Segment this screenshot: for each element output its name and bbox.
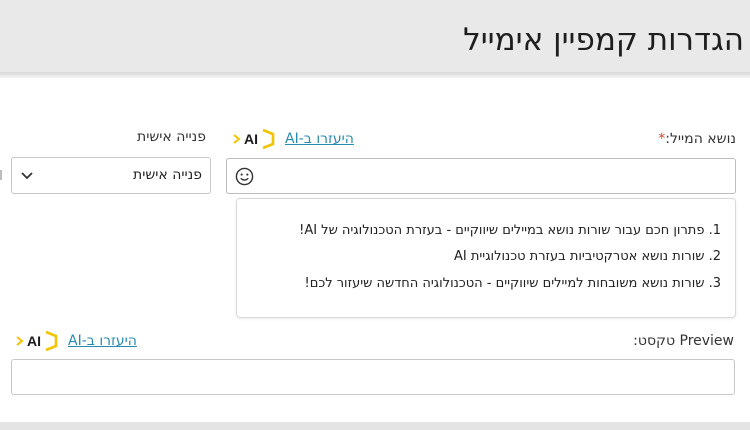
- subject-ai-helper: AI היעזרו ב-AI: [233, 128, 354, 150]
- ai-arrow-icon: [233, 134, 241, 144]
- ai-badge: AI: [233, 128, 275, 150]
- personal-select[interactable]: פנייה אישית: [11, 157, 211, 194]
- ai-arrow-icon: [16, 336, 24, 346]
- preview-ai-helper: AI היעזרו ב-AI: [16, 330, 137, 352]
- ai-badge-text: AI: [27, 333, 41, 349]
- suggestion-item[interactable]: 3. שורות נושא משובחות למיילים שיווקיים -…: [304, 276, 721, 291]
- subject-label: נושא המייל:*: [654, 131, 736, 147]
- suggestion-item[interactable]: 2. שורות נושא אטרקטיביות בעזרת טכנולוגיי…: [454, 249, 721, 264]
- ai-badge: AI: [16, 330, 58, 352]
- left-edge-handle: [0, 170, 2, 180]
- personal-label: פנייה אישית: [137, 129, 206, 145]
- subject-input[interactable]: [226, 158, 736, 194]
- subject-label-text: נושא המייל:: [665, 131, 736, 147]
- ai-bracket-icon: [262, 128, 275, 150]
- footer-divider: [0, 422, 750, 430]
- page-title: הגדרות קמפיין אימייל: [463, 22, 744, 58]
- subject-ai-link[interactable]: היעזרו ב-AI: [285, 131, 354, 147]
- preview-ai-link[interactable]: היעזרו ב-AI: [68, 333, 137, 349]
- personal-select-value: פנייה אישית: [133, 167, 202, 183]
- chevron-down-icon[interactable]: [21, 172, 33, 180]
- ai-bracket-icon: [45, 330, 58, 352]
- smiley-icon[interactable]: [235, 167, 254, 186]
- subject-suggestions-list: 1. פתרון חכם עבור שורות נושא במיילים שיו…: [236, 198, 736, 318]
- header-divider: [0, 72, 750, 78]
- preview-text-input[interactable]: [11, 359, 735, 395]
- ai-badge-text: AI: [244, 131, 258, 147]
- preview-label: Preview טקסט:: [633, 333, 734, 349]
- page-header: הגדרות קמפיין אימייל: [0, 0, 750, 72]
- suggestion-item[interactable]: 1. פתרון חכם עבור שורות נושא במיילים שיו…: [299, 223, 721, 238]
